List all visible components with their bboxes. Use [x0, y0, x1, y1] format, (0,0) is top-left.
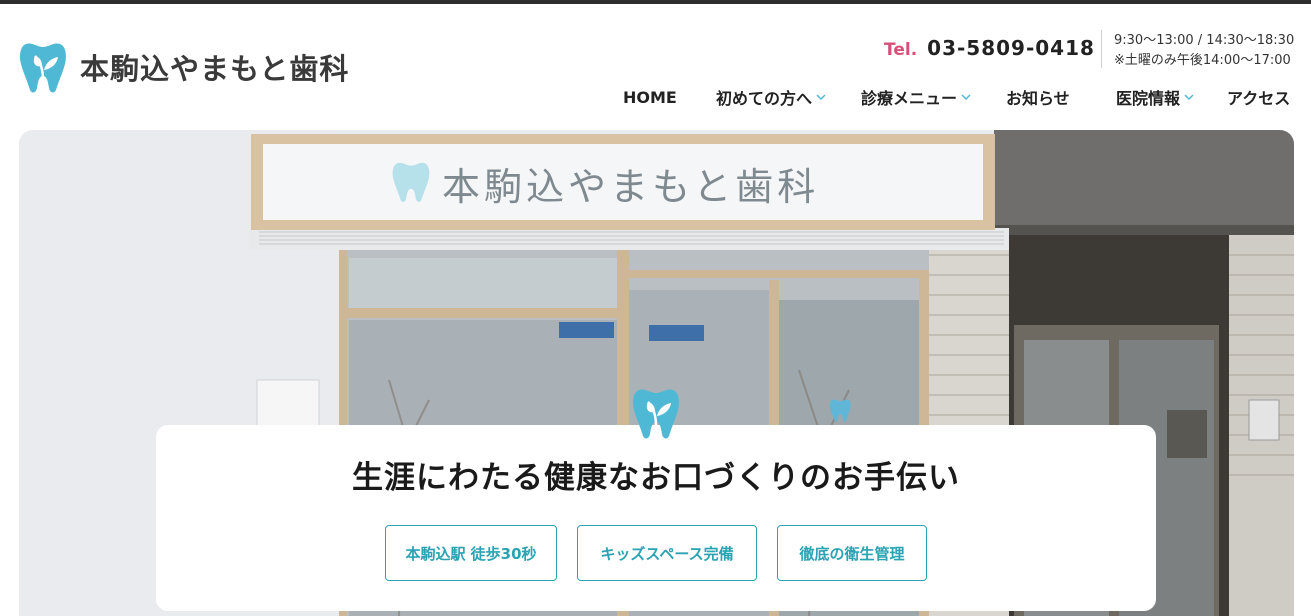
feature-kids-space[interactable]: キッズスペース完備: [577, 525, 757, 581]
nav-label: お知らせ: [1006, 89, 1070, 108]
nav-item-clinic-info[interactable]: 医院情報: [1116, 84, 1194, 110]
nav-item-access[interactable]: アクセス: [1227, 84, 1290, 110]
nav-item-treatment-menu[interactable]: 診療メニュー: [861, 84, 971, 110]
nav-label: 初めての方へ: [716, 89, 813, 108]
tel-number[interactable]: 03-5809-0418: [927, 36, 1095, 60]
header-divider: [1101, 30, 1102, 68]
nav-label: 診療メニュー: [861, 89, 958, 108]
feature-hygiene[interactable]: 徹底の衛生管理: [777, 525, 927, 581]
nav-item-first-visit[interactable]: 初めての方へ: [716, 84, 826, 110]
nav-label: 医院情報: [1116, 89, 1181, 108]
storefront-sign-text: 本駒込やまもと歯科: [442, 165, 820, 209]
tel-label: Tel.: [884, 40, 918, 60]
clinic-name: 本駒込やまもと歯科: [80, 52, 350, 86]
nav-label: アクセス: [1227, 89, 1291, 108]
nav-item-home[interactable]: HOME: [623, 84, 677, 110]
chevron-down-icon: [816, 92, 826, 102]
tooth-leaf-icon: [633, 389, 679, 439]
nav-item-news[interactable]: お知らせ: [1006, 84, 1070, 110]
hours-saturday: ※土曜のみ午後14:00～17:00: [1114, 53, 1291, 68]
top-accent-bar: [0, 0, 1311, 4]
business-hours: 9:30～13:00 / 14:30～18:30 ※土曜のみ午後14:00～17…: [1114, 31, 1294, 71]
hours-weekday: 9:30～13:00 / 14:30～18:30: [1114, 33, 1295, 48]
nav-label: HOME: [623, 87, 677, 107]
main-nav: HOME 初めての方へ 診療メニュー お知らせ 医院情報 アクセス: [0, 84, 1311, 110]
chevron-down-icon: [961, 92, 971, 102]
chevron-down-icon: [1184, 92, 1194, 102]
feature-station-access[interactable]: 本駒込駅 徒歩30秒: [385, 525, 557, 581]
hero-tagline: 生涯にわたる健康なお口づくりのお手伝い: [352, 460, 960, 496]
phone-contact[interactable]: Tel. 03-5809-0418: [884, 36, 1095, 62]
